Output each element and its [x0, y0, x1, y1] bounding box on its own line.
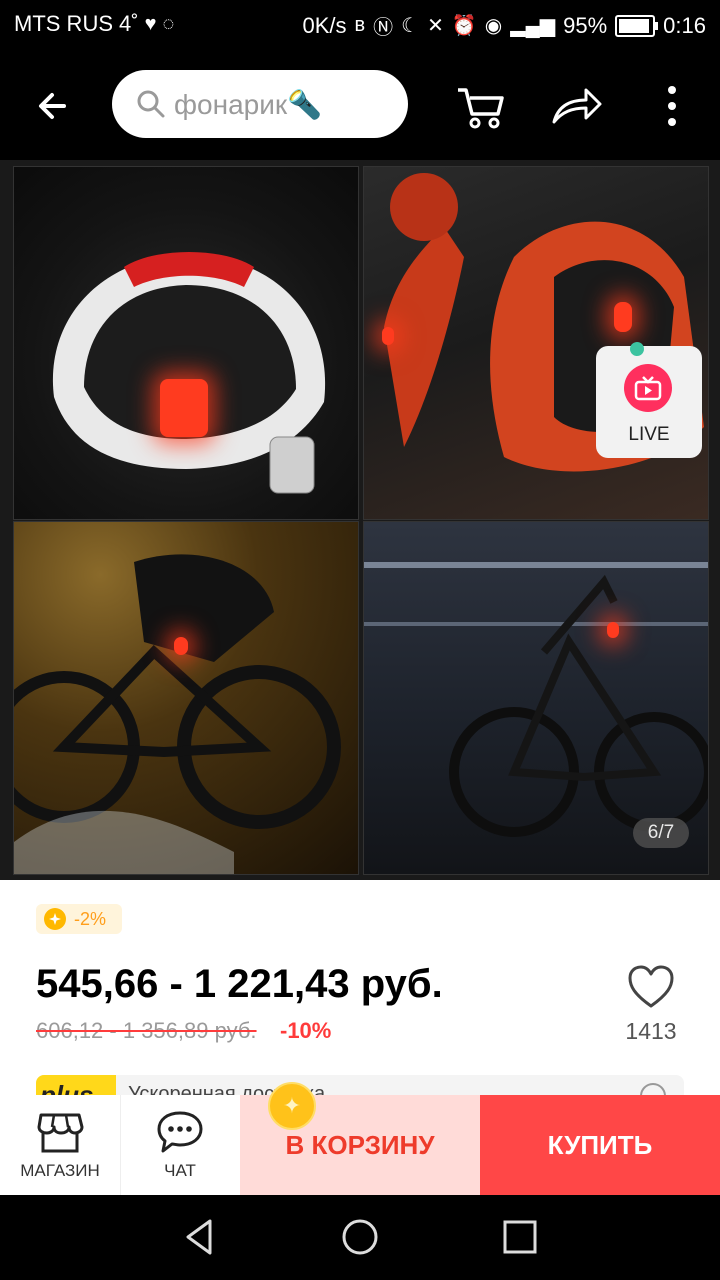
floating-coin-icon[interactable]: ✦	[268, 1082, 316, 1130]
nav-recents-icon[interactable]	[500, 1217, 540, 1257]
more-icon	[668, 86, 676, 126]
chat-button[interactable]: ЧАТ	[120, 1095, 241, 1195]
cart-icon	[458, 88, 504, 129]
clock: 0:16	[663, 12, 706, 38]
store-button[interactable]: МАГАЗИН	[0, 1095, 121, 1195]
tail-light	[160, 379, 208, 437]
live-label: LIVE	[628, 424, 670, 445]
tail-light	[614, 302, 632, 332]
plus-logo: plus	[36, 1075, 116, 1095]
store-icon	[37, 1113, 84, 1153]
helmet-illustration	[52, 252, 326, 494]
moon-icon: ☾	[401, 15, 420, 37]
battery-icon	[615, 14, 659, 37]
app-header: фонарик🔦	[0, 52, 720, 160]
nfc-icon: Ⓝ	[373, 17, 394, 39]
back-arrow-icon	[39, 93, 66, 119]
health-icon: ♥	[144, 12, 157, 35]
carrier-name: MTS RUS	[14, 11, 113, 36]
nav-back-icon[interactable]	[180, 1217, 220, 1257]
eye-icon: ◉	[484, 15, 503, 37]
plus-delivery-banner[interactable]: plus Ускоренная доставка	[36, 1075, 684, 1095]
nav-home-icon[interactable]	[340, 1217, 380, 1257]
old-price: 606,12 - 1 356,89 руб.	[36, 1018, 257, 1043]
search-bar[interactable]: фонарик🔦	[112, 70, 408, 138]
sync-icon: ◌	[162, 12, 175, 35]
product-image-helmet[interactable]	[13, 166, 359, 520]
search-query: фонарик🔦	[174, 88, 322, 120]
bluetooth-icon: ʙ	[354, 14, 366, 36]
tail-light	[607, 622, 619, 638]
share-icon	[552, 88, 602, 124]
mute-icon: ✕	[427, 15, 444, 37]
temperature: 4˚	[119, 11, 139, 36]
wishlist-button[interactable]: 1413	[612, 962, 690, 1052]
buy-now-button[interactable]: КУПИТЬ	[480, 1095, 720, 1195]
alarm-icon: ⏰	[451, 15, 477, 37]
search-icon	[137, 90, 165, 118]
share-button[interactable]	[548, 78, 604, 134]
status-left: MTS RUS 4˚ ♥ ◌	[14, 11, 174, 37]
tail-light	[174, 637, 188, 655]
chat-icon	[157, 1111, 203, 1153]
status-right: 0K/s ʙ Ⓝ ☾ ✕ ⏰ ◉ ▂▄▆ 95% 0:16	[302, 11, 706, 40]
product-image-backpack[interactable]	[363, 166, 709, 520]
live-button[interactable]: LIVE	[596, 342, 702, 458]
battery-fill	[619, 18, 650, 33]
product-price: 545,66 - 1 221,43 руб.	[36, 962, 443, 1006]
image-counter: 6/7	[633, 818, 689, 848]
network-speed: 0K/s	[302, 12, 347, 38]
mtb-illustration	[14, 554, 341, 874]
cyclist-illustration	[384, 173, 704, 472]
battery-percent: 95%	[563, 12, 608, 38]
back-button[interactable]	[30, 80, 82, 132]
product-gallery[interactable]: LIVE 6/7	[0, 160, 720, 880]
live-indicator	[630, 342, 644, 356]
store-label: МАГАЗИН	[20, 1161, 100, 1180]
live-tv-icon	[624, 364, 672, 412]
chat-label: ЧАТ	[164, 1161, 196, 1180]
bottom-action-bar: МАГАЗИН ЧАТ В КОРЗИНУ КУПИТЬ	[0, 1095, 720, 1195]
coin-icon	[44, 908, 66, 930]
heart-icon	[628, 965, 674, 1008]
wishlist-count: 1413	[625, 1018, 677, 1044]
product-info: -2% 545,66 - 1 221,43 руб. 606,12 - 1 35…	[0, 880, 720, 1095]
android-nav-bar	[0, 1195, 720, 1280]
help-icon[interactable]	[640, 1083, 666, 1095]
tail-light	[382, 327, 394, 345]
signal-icon: ▂▄▆	[510, 15, 556, 37]
product-image-mtb[interactable]	[13, 521, 359, 875]
coin-discount-text: -2%	[74, 908, 107, 929]
more-button[interactable]	[644, 78, 700, 134]
cart-button[interactable]	[452, 78, 508, 134]
coin-discount-badge: -2%	[36, 904, 123, 934]
discount-percent: -10%	[280, 1018, 332, 1043]
status-bar: MTS RUS 4˚ ♥ ◌ 0K/s ʙ Ⓝ ☾ ✕ ⏰ ◉ ▂▄▆ 95% …	[0, 0, 720, 52]
